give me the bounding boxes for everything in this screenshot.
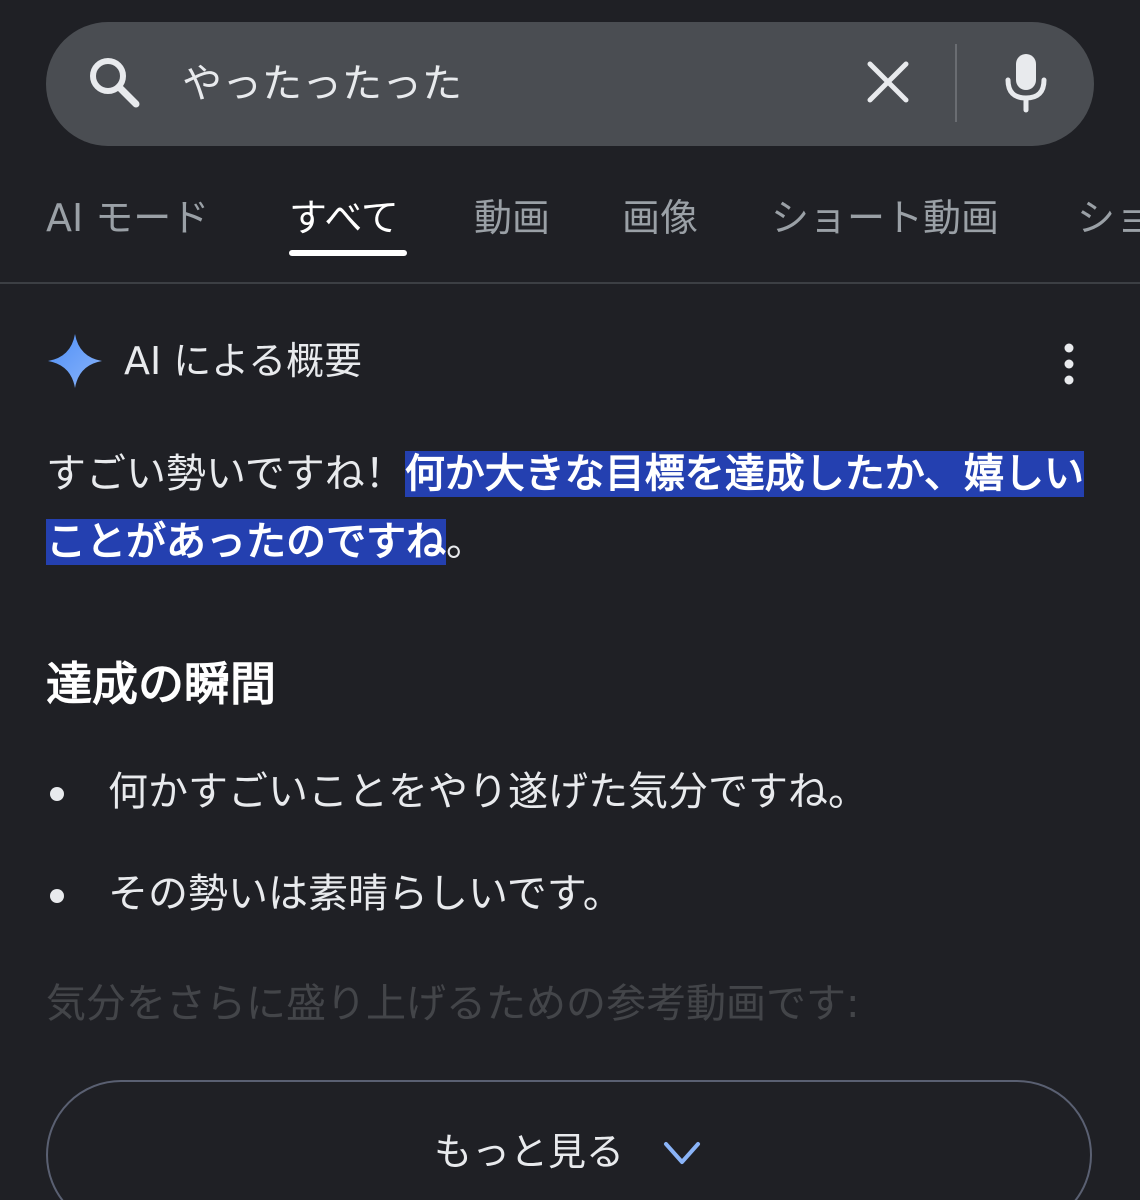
sparkle-icon: [48, 334, 102, 388]
search-input[interactable]: やったったった: [182, 54, 462, 114]
list-item-text: 何かすごいことをやり遂げた気分ですね。: [108, 769, 868, 815]
intro-text: すごい勢いですね！: [46, 451, 405, 497]
tab-images[interactable]: 画像: [622, 188, 698, 248]
bullet-dot: [50, 889, 64, 903]
show-more-label: もっと見る: [434, 1130, 625, 1174]
tabs-divider: [0, 282, 1140, 284]
tab-short-videos[interactable]: ショート動画: [771, 188, 999, 248]
ai-overview-title: AI による概要: [124, 339, 363, 383]
search-results-page: やったったった AI モード すべて 動画 画像 ショート動画 ショ AI によ…: [0, 0, 1140, 1200]
list-item: その勢いは素晴らしいです。: [46, 864, 1096, 924]
search-icon[interactable]: [84, 52, 144, 112]
faded-preview-text: 気分をさらに盛り上げるための参考動画です:: [46, 981, 860, 1027]
section-heading: 達成の瞬間: [46, 657, 276, 711]
show-more-button[interactable]: もっと見る: [46, 1080, 1092, 1200]
intro-period: 。: [446, 519, 486, 565]
tab-videos[interactable]: 動画: [474, 188, 550, 248]
ai-overview-intro: すごい勢いですね！何か大きな目標を達成したか、嬉しいことがあったのですね。: [46, 440, 1106, 576]
mic-icon[interactable]: [996, 48, 1056, 116]
search-bar-divider: [955, 44, 957, 122]
list-item: 何かすごいことをやり遂げた気分ですね。: [46, 762, 1096, 822]
active-tab-indicator: [289, 250, 407, 256]
tab-all[interactable]: すべて: [289, 188, 399, 248]
more-vert-icon[interactable]: [1050, 338, 1088, 390]
close-icon[interactable]: [858, 52, 918, 112]
list-item-text: その勢いは素晴らしいです。: [108, 871, 623, 917]
chevron-down-icon: [664, 1142, 700, 1164]
search-tabs: AI モード すべて 動画 画像 ショート動画 ショ: [0, 180, 1140, 270]
tab-shopping[interactable]: ショ: [1077, 188, 1140, 248]
tab-ai-mode[interactable]: AI モード: [46, 188, 209, 248]
bullet-dot: [50, 787, 64, 801]
